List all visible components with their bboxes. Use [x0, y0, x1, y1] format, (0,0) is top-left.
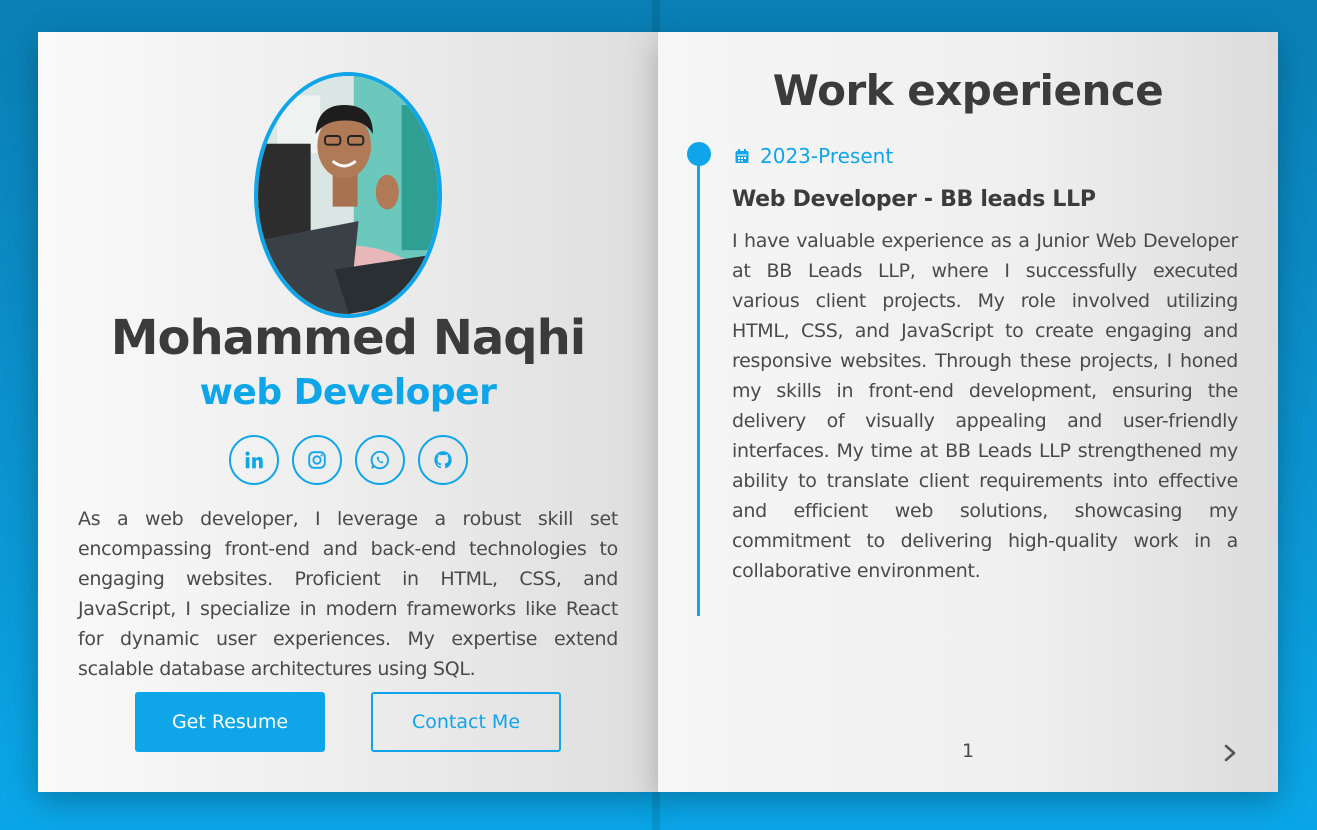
calendar-icon — [735, 149, 749, 163]
linkedin-link[interactable] — [228, 435, 279, 485]
job-description: I have valuable experience as a Junior W… — [732, 230, 1238, 582]
experience-date: 2023-Present — [734, 144, 893, 168]
next-page-button[interactable] — [1218, 740, 1242, 766]
profile-photo — [258, 76, 438, 314]
instagram-link[interactable] — [291, 435, 342, 485]
get-resume-button[interactable]: Get Resume — [135, 692, 325, 752]
whatsapp-link[interactable] — [354, 435, 405, 485]
chevron-right-icon — [1224, 744, 1236, 762]
page-number: 1 — [961, 740, 975, 762]
profile-name: Mohammed Naqhi — [110, 310, 587, 366]
linkedin-icon — [244, 451, 263, 469]
experience-date-text: 2023-Present — [760, 144, 894, 168]
instagram-icon — [307, 451, 326, 469]
profile-role: web Developer — [199, 372, 497, 413]
job-title: Web Developer - BB leads LLP — [732, 187, 1096, 212]
whatsapp-icon — [370, 450, 389, 470]
experience-page: Work experience 2023-Present Web Develop… — [658, 32, 1278, 792]
timeline-dot — [687, 142, 711, 166]
section-title: Work experience — [772, 66, 1164, 115]
github-icon — [433, 451, 452, 469]
social-links — [38, 435, 658, 485]
avatar — [254, 72, 442, 318]
profile-page: Mohammed Naqhi web Developer As a web de… — [38, 32, 658, 792]
profile-bio: As a web developer, I leverage a robust … — [78, 508, 618, 680]
timeline-line — [697, 154, 700, 616]
contact-me-button[interactable]: Contact Me — [371, 692, 561, 752]
github-link[interactable] — [417, 435, 468, 485]
